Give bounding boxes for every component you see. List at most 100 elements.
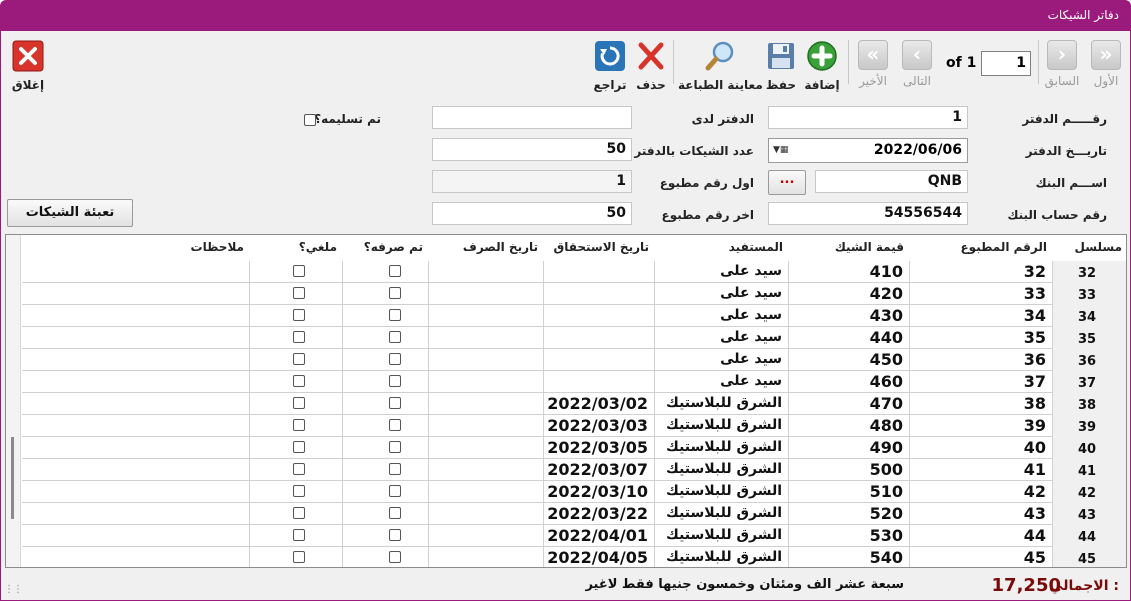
column-header-beneficiary[interactable]: المستفيد (655, 235, 789, 260)
table-row[interactable]: 2022/03/07 الشرق للبلاستيك 500 41 41 (22, 459, 1126, 481)
cell-beneficiary[interactable]: سيد على (655, 327, 789, 349)
cell-cancelled[interactable] (250, 327, 343, 349)
paid-checkbox[interactable] (389, 441, 401, 453)
cell-serial[interactable]: 43 (1053, 503, 1126, 525)
cell-printed-no[interactable]: 35 (910, 327, 1053, 349)
book-date-picker[interactable]: ▼▦ 2022/06/06 (768, 138, 968, 163)
cancelled-checkbox[interactable] (293, 309, 305, 321)
cell-cancelled[interactable] (250, 415, 343, 437)
cell-paid[interactable] (343, 437, 429, 459)
cell-beneficiary[interactable]: الشرق للبلاستيك (655, 415, 789, 437)
cell-printed-no[interactable]: 34 (910, 305, 1053, 327)
cell-paid[interactable] (343, 283, 429, 305)
cell-due-date[interactable] (544, 283, 655, 305)
cell-serial[interactable]: 38 (1053, 393, 1126, 415)
column-header-paid[interactable]: تم صرفه؟ (343, 235, 429, 260)
cell-serial[interactable]: 41 (1053, 459, 1126, 481)
cell-notes[interactable] (22, 547, 250, 567)
paid-checkbox[interactable] (389, 309, 401, 321)
paid-checkbox[interactable] (389, 265, 401, 277)
paid-checkbox[interactable] (389, 331, 401, 343)
cell-serial[interactable]: 39 (1053, 415, 1126, 437)
cell-notes[interactable] (22, 525, 250, 547)
cell-notes[interactable] (22, 261, 250, 283)
table-row[interactable]: 2022/03/02 الشرق للبلاستيك 470 38 38 (22, 393, 1126, 415)
revert-button[interactable]: تراجع (590, 40, 630, 92)
cell-notes[interactable] (22, 283, 250, 305)
cell-serial[interactable]: 40 (1053, 437, 1126, 459)
fill-checks-button[interactable]: تعبئة الشيكات (7, 199, 133, 227)
cell-paid[interactable] (343, 459, 429, 481)
cell-notes[interactable] (22, 349, 250, 371)
cancelled-checkbox[interactable] (293, 397, 305, 409)
cell-paid-date[interactable] (429, 371, 544, 393)
cell-value[interactable]: 420 (789, 283, 910, 305)
paid-checkbox[interactable] (389, 485, 401, 497)
cell-paid-date[interactable] (429, 327, 544, 349)
cell-due-date[interactable]: 2022/03/02 (544, 393, 655, 415)
cell-printed-no[interactable]: 44 (910, 525, 1053, 547)
cell-printed-no[interactable]: 40 (910, 437, 1053, 459)
cell-due-date[interactable]: 2022/03/22 (544, 503, 655, 525)
cell-notes[interactable] (22, 459, 250, 481)
cell-cancelled[interactable] (250, 305, 343, 327)
paid-checkbox[interactable] (389, 353, 401, 365)
column-header-notes[interactable]: ملاحظات (22, 235, 250, 260)
table-row[interactable]: سيد على 420 33 33 (22, 283, 1126, 305)
table-row[interactable]: 2022/03/10 الشرق للبلاستيك 510 42 42 (22, 481, 1126, 503)
cell-cancelled[interactable] (250, 393, 343, 415)
cell-printed-no[interactable]: 45 (910, 547, 1053, 567)
cell-due-date[interactable]: 2022/03/05 (544, 437, 655, 459)
cell-value[interactable]: 450 (789, 349, 910, 371)
cell-beneficiary[interactable]: سيد على (655, 349, 789, 371)
cell-value[interactable]: 480 (789, 415, 910, 437)
cell-cancelled[interactable] (250, 459, 343, 481)
cell-paid[interactable] (343, 305, 429, 327)
cell-serial[interactable]: 35 (1053, 327, 1126, 349)
cell-notes[interactable] (22, 305, 250, 327)
column-header-printed-number[interactable]: الرقم المطبوع (910, 235, 1053, 260)
cell-beneficiary[interactable]: الشرق للبلاستيك (655, 503, 789, 525)
cell-paid-date[interactable] (429, 459, 544, 481)
cell-serial[interactable]: 44 (1053, 525, 1126, 547)
cancelled-checkbox[interactable] (293, 551, 305, 563)
cancelled-checkbox[interactable] (293, 375, 305, 387)
cell-paid-date[interactable] (429, 481, 544, 503)
cell-paid-date[interactable] (429, 437, 544, 459)
cell-value[interactable]: 530 (789, 525, 910, 547)
cell-paid-date[interactable] (429, 415, 544, 437)
cell-cancelled[interactable] (250, 371, 343, 393)
cell-printed-no[interactable]: 42 (910, 481, 1053, 503)
cell-printed-no[interactable]: 38 (910, 393, 1053, 415)
checks-grid[interactable]: مسلسل الرقم المطبوع قيمة الشيك المستفيد … (5, 234, 1127, 568)
cell-cancelled[interactable] (250, 481, 343, 503)
column-header-paid-date[interactable]: تاريخ الصرف (429, 235, 544, 260)
checks-count-field[interactable]: 50 (432, 138, 632, 161)
cell-due-date[interactable]: 2022/04/01 (544, 525, 655, 547)
cell-cancelled[interactable] (250, 525, 343, 547)
cell-due-date[interactable]: 2022/03/03 (544, 415, 655, 437)
paid-checkbox[interactable] (389, 287, 401, 299)
table-row[interactable]: سيد على 450 36 36 (22, 349, 1126, 371)
cell-due-date[interactable] (544, 305, 655, 327)
cell-serial[interactable]: 36 (1053, 349, 1126, 371)
cell-paid-date[interactable] (429, 503, 544, 525)
table-row[interactable]: سيد على 460 37 37 (22, 371, 1126, 393)
cell-printed-no[interactable]: 43 (910, 503, 1053, 525)
calendar-dropdown-icon[interactable]: ▼▦ (773, 139, 788, 162)
cell-paid-date[interactable] (429, 349, 544, 371)
cell-notes[interactable] (22, 503, 250, 525)
table-row[interactable]: 2022/04/05 الشرق للبلاستيك 540 45 45 (22, 547, 1126, 567)
cell-beneficiary[interactable]: الشرق للبلاستيك (655, 459, 789, 481)
cell-paid[interactable] (343, 371, 429, 393)
cell-value[interactable]: 500 (789, 459, 910, 481)
cell-paid-date[interactable] (429, 305, 544, 327)
paid-checkbox[interactable] (389, 397, 401, 409)
cell-notes[interactable] (22, 371, 250, 393)
cell-due-date[interactable] (544, 371, 655, 393)
cancelled-checkbox[interactable] (293, 463, 305, 475)
cancelled-checkbox[interactable] (293, 331, 305, 343)
cell-notes[interactable] (22, 393, 250, 415)
table-row[interactable]: 2022/03/03 الشرق للبلاستيك 480 39 39 (22, 415, 1126, 437)
cell-paid-date[interactable] (429, 393, 544, 415)
